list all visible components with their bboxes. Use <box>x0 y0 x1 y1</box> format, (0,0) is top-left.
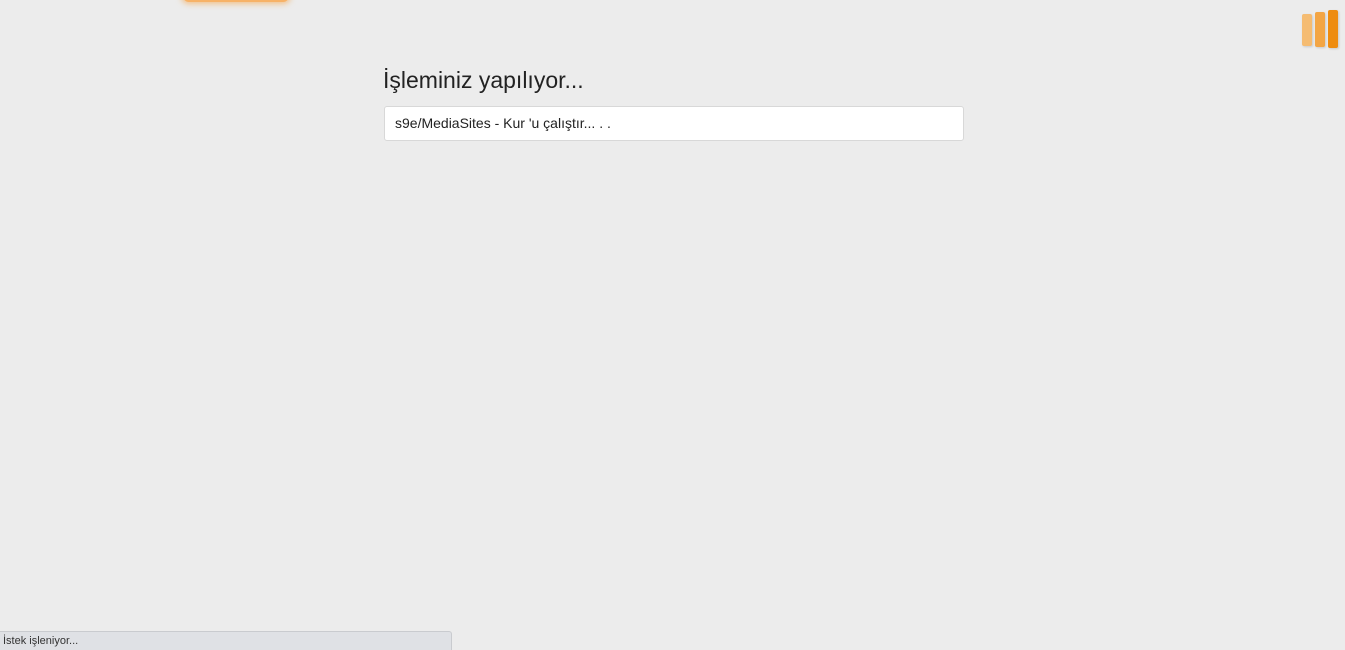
main-content: İşleminiz yapılıyor... s9e/MediaSites - … <box>383 64 964 141</box>
browser-status-bar: İstek işleniyor... <box>0 631 452 650</box>
progress-message-box: s9e/MediaSites - Kur 'u çalıştır... . . <box>384 106 964 141</box>
page-title: İşleminiz yapılıyor... <box>383 67 584 93</box>
loading-bars-icon <box>1302 10 1338 48</box>
top-progress-glow <box>183 0 289 2</box>
loading-bar-3 <box>1328 10 1338 48</box>
loading-bar-1 <box>1302 14 1312 46</box>
loading-bar-2 <box>1315 12 1325 47</box>
